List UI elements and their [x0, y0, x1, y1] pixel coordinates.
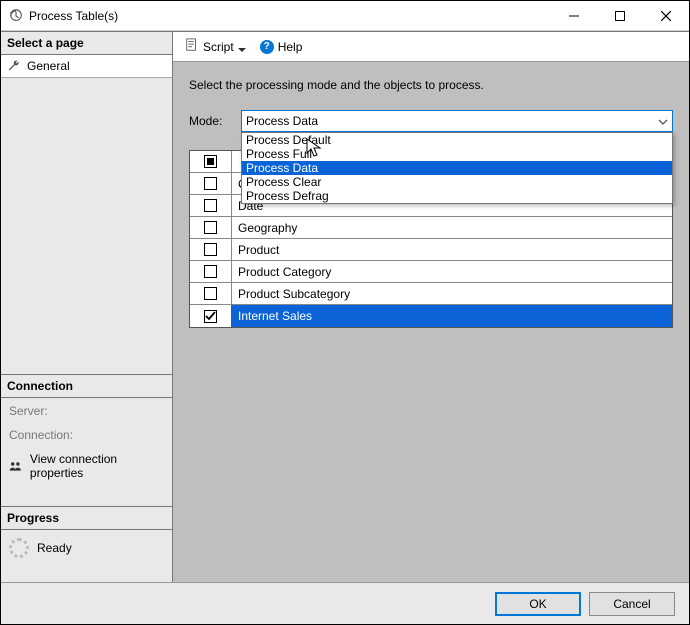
- window-title: Process Table(s): [29, 9, 551, 23]
- table-row[interactable]: Internet Sales: [190, 305, 672, 327]
- main-panel: Script ? Help Select the processing mode…: [173, 32, 689, 582]
- row-checkbox[interactable]: [204, 287, 217, 300]
- row-name: Product: [232, 243, 672, 257]
- row-checkbox[interactable]: [204, 265, 217, 278]
- progress-status: Ready: [37, 541, 72, 555]
- row-name: Geography: [232, 221, 672, 235]
- select-page-header: Select a page: [1, 32, 172, 55]
- page-list: General: [1, 55, 172, 78]
- process-tables-dialog: Process Table(s) Select a page General C…: [0, 0, 690, 625]
- content-area: Select the processing mode and the objec…: [173, 62, 689, 582]
- mode-option[interactable]: Process Clear: [242, 175, 672, 189]
- connection-label: Connection:: [9, 428, 164, 442]
- mode-option[interactable]: Process Data: [242, 161, 672, 175]
- row-checkbox[interactable]: [204, 310, 217, 323]
- mode-row: Mode: Process Data Process Default Proce…: [189, 110, 673, 132]
- connection-header: Connection: [1, 374, 172, 398]
- row-name: Product Subcategory: [232, 287, 672, 301]
- table-row[interactable]: Geography: [190, 217, 672, 239]
- select-all-cell[interactable]: [190, 151, 232, 172]
- row-checkbox[interactable]: [204, 199, 217, 212]
- mode-selected-value: Process Data: [246, 114, 318, 128]
- view-connection-label: View connection properties: [30, 452, 164, 480]
- cancel-label: Cancel: [613, 597, 650, 611]
- row-checkbox[interactable]: [204, 221, 217, 234]
- chevron-down-icon: [238, 43, 246, 51]
- cancel-button[interactable]: Cancel: [589, 592, 675, 616]
- maximize-button[interactable]: [597, 1, 643, 30]
- table-row[interactable]: Product: [190, 239, 672, 261]
- script-label: Script: [203, 40, 234, 54]
- progress-panel: Ready: [1, 530, 172, 566]
- ok-label: OK: [529, 597, 546, 611]
- close-button[interactable]: [643, 1, 689, 30]
- row-name: Internet Sales: [232, 309, 672, 323]
- mode-option[interactable]: Process Defrag: [242, 189, 672, 203]
- row-name: Product Category: [232, 265, 672, 279]
- select-all-checkbox[interactable]: [204, 155, 217, 168]
- script-icon: [185, 38, 199, 55]
- people-icon: [9, 460, 24, 472]
- dialog-footer: OK Cancel: [1, 582, 689, 624]
- progress-spinner-icon: [9, 538, 29, 558]
- grid-empty-area: [189, 328, 673, 582]
- toolbar: Script ? Help: [173, 32, 689, 62]
- dialog-body: Select a page General Connection Server:…: [1, 31, 689, 582]
- window-controls: [551, 1, 689, 30]
- mode-combobox[interactable]: Process Data: [241, 110, 673, 132]
- help-button[interactable]: ? Help: [256, 38, 307, 56]
- table-row[interactable]: Product Subcategory: [190, 283, 672, 305]
- help-label: Help: [278, 40, 303, 54]
- wrench-icon: [7, 59, 21, 73]
- server-label: Server:: [9, 404, 164, 418]
- sidebar: Select a page General Connection Server:…: [1, 32, 173, 582]
- mode-dropdown: Process Default Process Full Process Dat…: [241, 132, 673, 204]
- app-icon: [9, 9, 23, 23]
- connection-panel: Server: Connection: View connection prop…: [1, 398, 172, 486]
- help-icon: ?: [260, 40, 274, 54]
- row-checkbox[interactable]: [204, 243, 217, 256]
- minimize-button[interactable]: [551, 1, 597, 30]
- chevron-down-icon: [658, 116, 668, 126]
- instruction-text: Select the processing mode and the objec…: [189, 78, 673, 92]
- table-row[interactable]: Product Category: [190, 261, 672, 283]
- ok-button[interactable]: OK: [495, 592, 581, 616]
- view-connection-properties[interactable]: View connection properties: [9, 452, 164, 480]
- sidebar-item-general[interactable]: General: [1, 57, 172, 75]
- mode-option[interactable]: Process Full: [242, 147, 672, 161]
- mode-option[interactable]: Process Default: [242, 133, 672, 147]
- sidebar-item-label: General: [27, 59, 70, 73]
- mode-label: Mode:: [189, 114, 233, 128]
- script-button[interactable]: Script: [181, 36, 250, 57]
- progress-header: Progress: [1, 506, 172, 530]
- row-checkbox[interactable]: [204, 177, 217, 190]
- title-bar: Process Table(s): [1, 1, 689, 31]
